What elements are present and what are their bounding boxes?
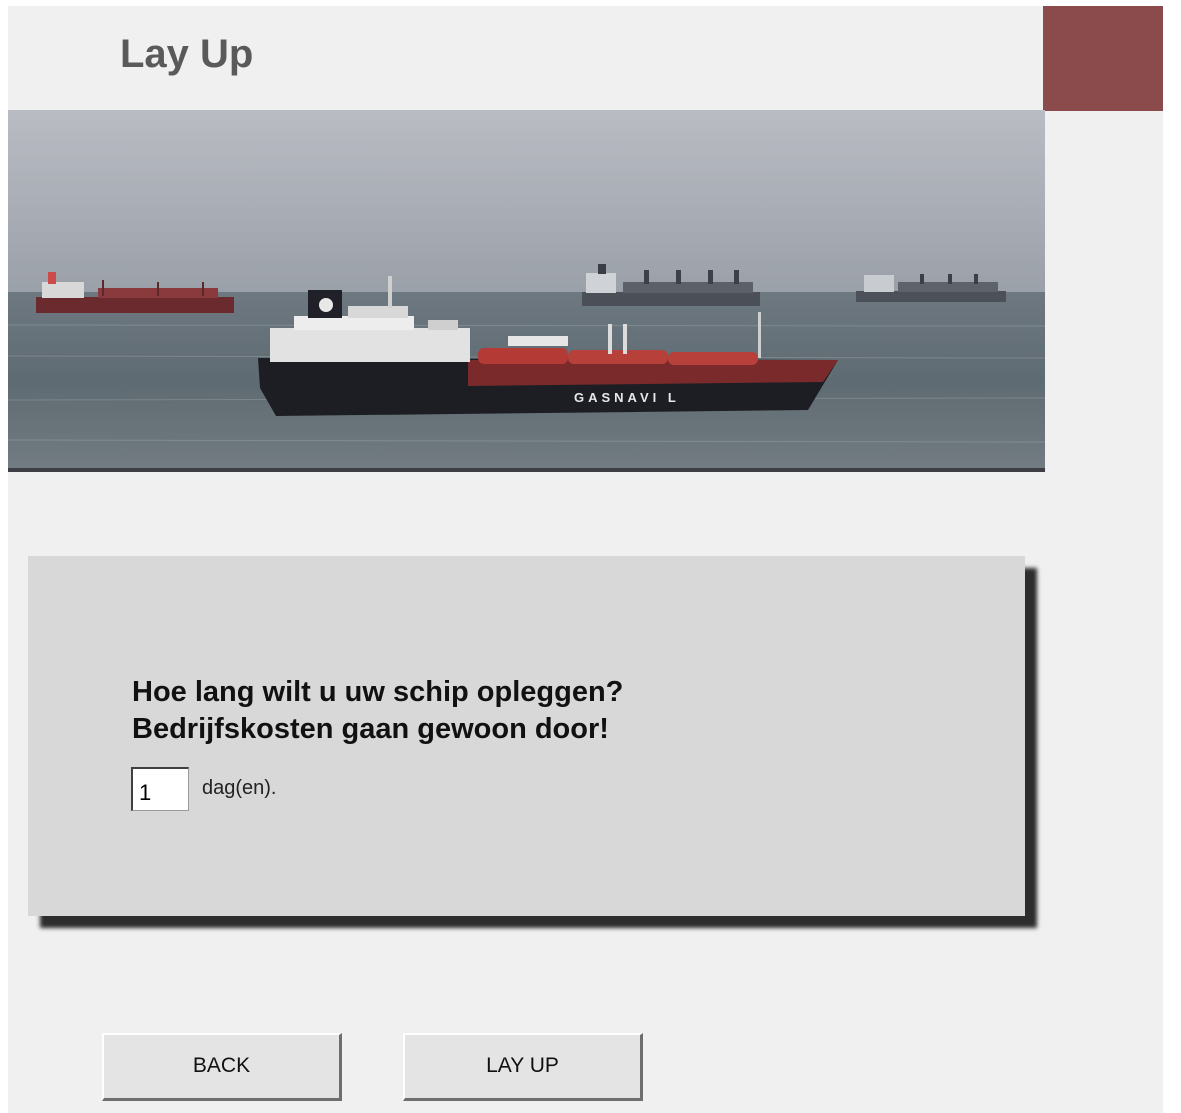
days-input[interactable] (131, 767, 189, 811)
question-line-2: Bedrijfskosten gaan gewoon door! (132, 713, 609, 745)
hull-name-text: GASNAVI L (574, 390, 680, 405)
lay-up-button[interactable]: LAY UP (403, 1033, 643, 1101)
days-unit-label: dag(en). (202, 777, 277, 799)
question-line-1: Hoe lang wilt u uw schip opleggen? (132, 676, 624, 708)
ship-photo: GASNAVI L (8, 110, 1045, 472)
layup-question: Hoe lang wilt u uw schip opleggen? Bedri… (132, 674, 623, 748)
app-window: Lay Up GASNAVI L Hoe lang wilt u uw schi… (8, 6, 1163, 1113)
layup-form-panel: Hoe lang wilt u uw schip opleggen? Bedri… (28, 556, 1025, 916)
back-button[interactable]: BACK (102, 1033, 342, 1101)
page-title: Lay Up (120, 32, 254, 76)
ship-photo-illustration: GASNAVI L (8, 110, 1045, 472)
accent-block (1043, 6, 1163, 111)
header: Lay Up (8, 6, 1163, 110)
